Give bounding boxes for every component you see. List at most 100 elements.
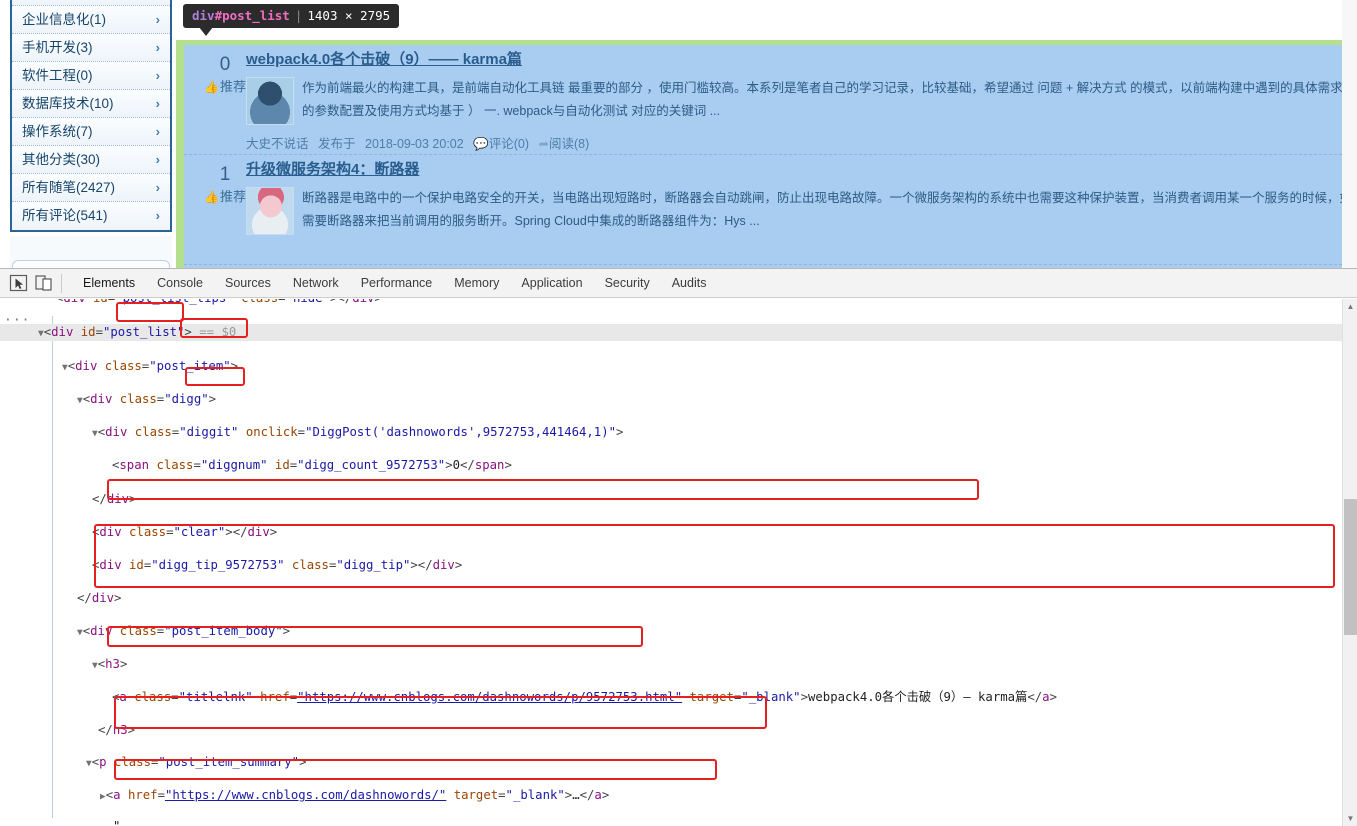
post-summary: 作为前端最火的构建工具，是前端自动化工具链 最重要的部分 ，使用门槛较高。本系列…: [246, 77, 1353, 129]
scroll-down-icon[interactable]: ▼: [1343, 811, 1357, 826]
digg-recommend-label: 推荐: [219, 189, 246, 204]
sidebar-item-count: (10): [89, 96, 114, 111]
sidebar-item-7[interactable]: 所有随笔(2427) ›: [12, 174, 170, 202]
comment-link[interactable]: 评论(0): [489, 137, 529, 151]
dom-row[interactable]: ▶<a href="https://www.cnblogs.com/dashno…: [0, 787, 1357, 804]
tab-sources[interactable]: Sources: [214, 269, 282, 298]
sidebar-item-label: 软件工程: [22, 68, 76, 83]
post-foot: 大史不说话 发布于 2018-09-03 20:02 💬评论(0) ➦阅读(8): [246, 133, 589, 152]
tab-memory[interactable]: Memory: [443, 269, 510, 298]
post-body: 升级微服务架构4：断路器 断路器是电路中的一个保护电路安全的开关，当电路出现短路…: [246, 159, 1353, 239]
sidebar-item-count: (30): [76, 152, 101, 167]
dom-row[interactable]: <div id="digg_tip_9572753" class="digg_t…: [0, 557, 1357, 574]
published-prefix: 发布于: [318, 137, 356, 151]
device-toolbar-icon[interactable]: [33, 273, 55, 294]
inspector-tooltip: div#post_list | 1403 × 2795: [183, 4, 400, 28]
post-summary-line: 断路器是电路中的一个保护电路安全的开关，当电路出现短路时，断路器会自动跳闸，防止…: [302, 191, 1353, 205]
tab-console[interactable]: Console: [146, 269, 214, 298]
sidebar-item-label: 其他分类: [22, 152, 76, 167]
post-summary-text: 断路器是电路中的一个保护电路安全的开关，当电路出现短路时，断路器会自动跳闸，防止…: [302, 187, 1353, 237]
dom-row[interactable]: ▼<div class="digg">: [0, 391, 1357, 408]
dom-row[interactable]: <span class="diggnum" id="digg_count_957…: [0, 457, 1357, 474]
dom-row[interactable]: <div class="clear"></div>: [0, 524, 1357, 541]
dom-tree[interactable]: ··· <div id="post_list_tips" class="hide…: [0, 299, 1357, 826]
tab-elements[interactable]: Elements: [72, 269, 146, 298]
sidebar-item-count: (1): [89, 12, 107, 27]
view-link[interactable]: 阅读(8): [549, 137, 589, 151]
devtools-panel: Elements Console Sources Network Perform…: [0, 268, 1357, 826]
post-summary: 断路器是电路中的一个保护电路安全的开关，当电路出现短路时，断路器会自动跳闸，防止…: [246, 187, 1353, 239]
inspect-cursor-icon[interactable]: [8, 273, 30, 294]
post-author-link[interactable]: 大史不说话: [246, 137, 309, 151]
sidebar-item-5[interactable]: 操作系统(7) ›: [12, 118, 170, 146]
sidebar-item-label: 操作系统: [22, 124, 76, 139]
category-sidebar: 随笔分类(9) › 企业信息化(1) › 手机开发(3) › 软件工程(0) ›…: [10, 0, 172, 232]
digg-recommend-label: 推荐: [219, 79, 246, 94]
avatar: [246, 77, 294, 125]
dom-row[interactable]: ▼<h3>: [0, 656, 1357, 673]
sidebar-item-label: 数据库技术: [22, 96, 90, 111]
dom-row[interactable]: ▼<div class="diggit" onclick="DiggPost('…: [0, 424, 1357, 441]
chevron-right-icon: ›: [155, 152, 160, 167]
post-summary-line: 作为前端最火的构建工具，是前端自动化工具链 最重要的部分 ，使用门槛较高。本系列…: [302, 81, 1353, 95]
tab-application[interactable]: Application: [510, 269, 593, 298]
post-summary-line: 的参数配置及使用方式均基于 ） 一. webpack与自动化测试 对应的关键词 …: [302, 104, 721, 118]
published-date: 2018-09-03 20:02: [365, 137, 464, 151]
sidebar-item-8[interactable]: 所有评论(541) ›: [12, 202, 170, 230]
dom-row[interactable]: ▼<div class="post_item_body">: [0, 623, 1357, 640]
sidebar-item-count: (2427): [76, 180, 116, 195]
sidebar-next-panel: [12, 260, 170, 268]
sidebar-item-count: (0): [76, 68, 93, 83]
dom-row[interactable]: ▼<p class="post_item_summary">: [0, 754, 1357, 771]
chevron-right-icon: ›: [155, 68, 160, 83]
chevron-right-icon: ›: [155, 208, 160, 223]
tooltip-separator: |: [294, 8, 303, 23]
chevron-right-icon: ›: [155, 96, 160, 111]
tab-audits[interactable]: Audits: [661, 269, 718, 298]
dom-row[interactable]: </h3>: [0, 722, 1357, 739]
dom-row[interactable]: </div>: [0, 491, 1357, 508]
sidebar-item-label: 手机开发: [22, 40, 76, 55]
view-icon: ➦: [538, 137, 550, 151]
inspected-page-pane: （中）中国杰出科技成就展示中心不当行为；曝官方标注在稿查中(44/3776) »…: [0, 0, 1357, 268]
sidebar-item-label: 企业信息化: [22, 12, 90, 27]
toolbar-divider: [61, 274, 62, 293]
post-list-region: 0 👍推荐 webpack4.0各个击破（9）—— karma篇 作为前端最火的…: [176, 0, 1357, 268]
sidebar-item-6[interactable]: 其他分类(30) ›: [12, 146, 170, 174]
thumbs-up-icon: 👍: [204, 190, 219, 204]
chevron-right-icon: ›: [155, 180, 160, 195]
tooltip-dimensions: 1403 × 2795: [307, 8, 391, 23]
devtools-scrollbar[interactable]: ▲ ▼: [1342, 299, 1357, 826]
post-item: 0 👍推荐 webpack4.0各个击破（9）—— karma篇 作为前端最火的…: [184, 45, 1357, 155]
sidebar-item-label: 所有随笔: [22, 180, 76, 195]
post-title-link[interactable]: webpack4.0各个击破（9）—— karma篇: [246, 49, 1353, 71]
scroll-up-icon[interactable]: ▲: [1343, 299, 1357, 314]
post-body: webpack4.0各个击破（9）—— karma篇 作为前端最火的构建工具，是…: [246, 49, 1353, 129]
dom-row[interactable]: ▼<div class="post_item">: [0, 358, 1357, 375]
tooltip-arrow: [199, 27, 213, 36]
sidebar-item-1[interactable]: 企业信息化(1) ›: [12, 6, 170, 34]
dom-row[interactable]: <a class="titlelnk" href="https://www.cn…: [0, 689, 1357, 706]
dom-row[interactable]: ": [0, 818, 1357, 826]
sidebar-item-2[interactable]: 手机开发(3) ›: [12, 34, 170, 62]
sidebar-item-label: 所有评论: [22, 208, 76, 223]
dom-row[interactable]: </div>: [0, 590, 1357, 607]
tab-network[interactable]: Network: [282, 269, 350, 298]
tab-security[interactable]: Security: [594, 269, 661, 298]
post-title-link[interactable]: 升级微服务架构4：断路器: [246, 159, 1353, 181]
page-scrollbar[interactable]: [1342, 0, 1357, 268]
post-summary-line: 需要断路器来把当前调用的服务断开。Spring Cloud中集成的断路器组件为：…: [302, 214, 760, 228]
dom-row[interactable]: <div id="post_list_tips" class="hide"></…: [0, 299, 1357, 307]
tab-performance[interactable]: Performance: [350, 269, 444, 298]
avatar: [246, 187, 294, 235]
scrollbar-thumb[interactable]: [1344, 499, 1357, 635]
dom-row-selected[interactable]: ▼<div id="post_list"> == $0: [0, 324, 1357, 342]
post-item: 1 👍推荐 升级微服务架构4：断路器 断路器是电路中的一个保护电路安全的开关，当…: [184, 155, 1357, 265]
sidebar-item-4[interactable]: 数据库技术(10) ›: [12, 90, 170, 118]
devtools-toolbar: Elements Console Sources Network Perform…: [0, 269, 1357, 298]
sidebar-item-count: (7): [76, 124, 93, 139]
sidebar-item-3[interactable]: 软件工程(0) ›: [12, 62, 170, 90]
devtools-highlight-content: 0 👍推荐 webpack4.0各个击破（9）—— karma篇 作为前端最火的…: [184, 45, 1357, 268]
devtools-tabs: Elements Console Sources Network Perform…: [72, 269, 717, 298]
devtools-highlight-margin: 0 👍推荐 webpack4.0各个击破（9）—— karma篇 作为前端最火的…: [176, 40, 1357, 268]
